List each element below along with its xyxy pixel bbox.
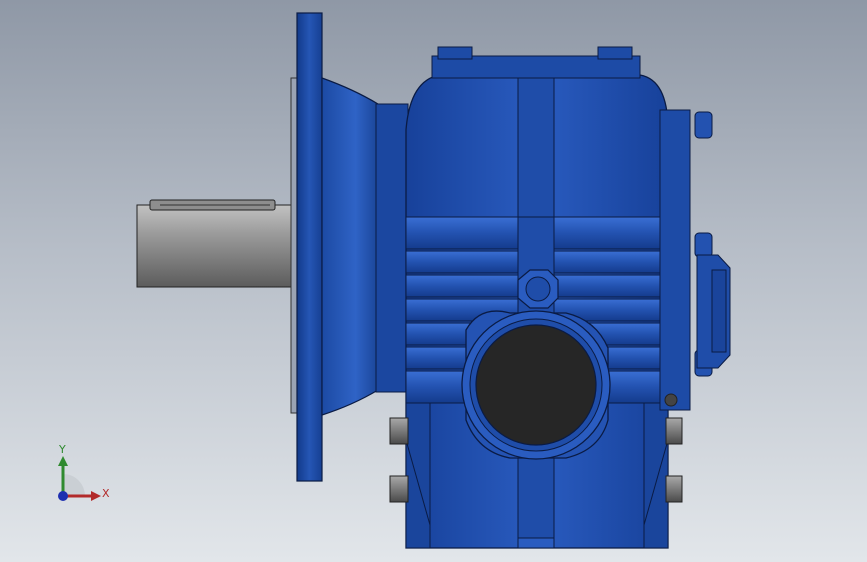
vent-plug[interactable] bbox=[517, 269, 559, 309]
side-cover[interactable] bbox=[659, 109, 731, 411]
coordinate-triad[interactable]: Y X bbox=[40, 440, 120, 510]
gear-reducer-model[interactable] bbox=[0, 0, 867, 562]
adapter-collar bbox=[375, 103, 409, 393]
foot-left bbox=[405, 402, 431, 549]
conical-adapter bbox=[321, 77, 379, 416]
output-shaft[interactable] bbox=[136, 199, 294, 288]
bore-hole bbox=[475, 324, 597, 446]
top-bolt-left bbox=[437, 46, 473, 60]
top-bolt-right bbox=[597, 46, 633, 60]
triad-x-label: X bbox=[102, 487, 110, 500]
output-bore[interactable] bbox=[461, 310, 611, 460]
side-bolt bbox=[694, 111, 713, 139]
graphics-viewport[interactable]: Y X bbox=[0, 0, 867, 562]
mounting-plate bbox=[290, 77, 298, 414]
flange[interactable] bbox=[296, 12, 323, 482]
triad-y-label: Y bbox=[59, 443, 66, 456]
foot-right bbox=[643, 402, 669, 549]
side-bolt bbox=[694, 232, 713, 258]
